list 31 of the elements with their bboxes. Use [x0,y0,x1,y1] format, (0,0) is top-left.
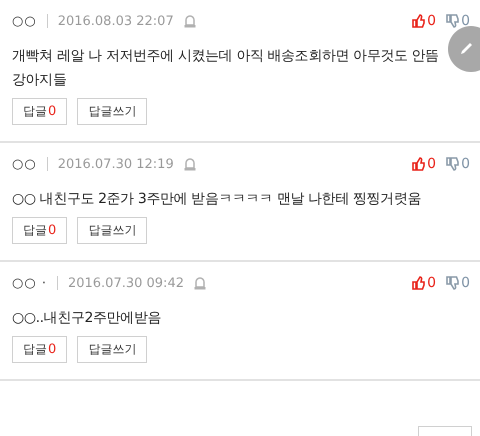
comment-text: ○○ 내친구도 2준가 3주만에 받음ㅋㅋㅋㅋ 맨날 나한테 찡찡거렷움 [12,190,422,209]
replies-button[interactable]: 답글0 [12,217,68,244]
thumbs-up-icon[interactable] [412,276,426,290]
write-reply-button[interactable]: 답글쓰기 [77,217,148,244]
pencil-icon [458,41,474,57]
thumbs-down-icon[interactable] [446,276,460,290]
author-name: ○○ · [12,276,47,290]
replies-button[interactable]: 답글0 [12,336,68,363]
author-name: ○○ [12,14,37,28]
bell-icon[interactable] [184,14,196,28]
like-count: 0 [427,156,436,172]
dislike-count: 0 [461,13,470,29]
like-count: 0 [427,13,436,29]
thumbs-down-icon[interactable] [446,14,460,28]
author-name: ○○ [12,156,37,172]
write-reply-button[interactable]: 답글쓰기 [77,336,148,363]
dislike-count: 0 [461,156,470,172]
thumbs-up-icon[interactable] [412,14,426,28]
replies-button[interactable]: 답글0 [12,98,68,125]
comment-date: 2016.07.30 12:19 [58,156,174,172]
comment-date: 2016.08.03 22:07 [58,14,174,28]
thumbs-down-icon[interactable] [446,157,460,171]
like-count: 0 [427,275,436,291]
thumbs-up-icon[interactable] [412,157,426,171]
comment-text: 개빡쳐 레알 나 저저번주에 시켰는데 아직 배송조회하면 아무것도 안뜸 강아지들 [12,47,440,90]
comment-date: 2016.07.30 09:42 [68,276,184,290]
bell-icon[interactable] [194,276,206,290]
comment-text: ○○..내친구2주만에받음 [12,309,162,328]
write-reply-button[interactable]: 답글쓰기 [77,98,148,125]
bell-icon[interactable] [184,157,196,171]
dislike-count: 0 [461,275,470,291]
